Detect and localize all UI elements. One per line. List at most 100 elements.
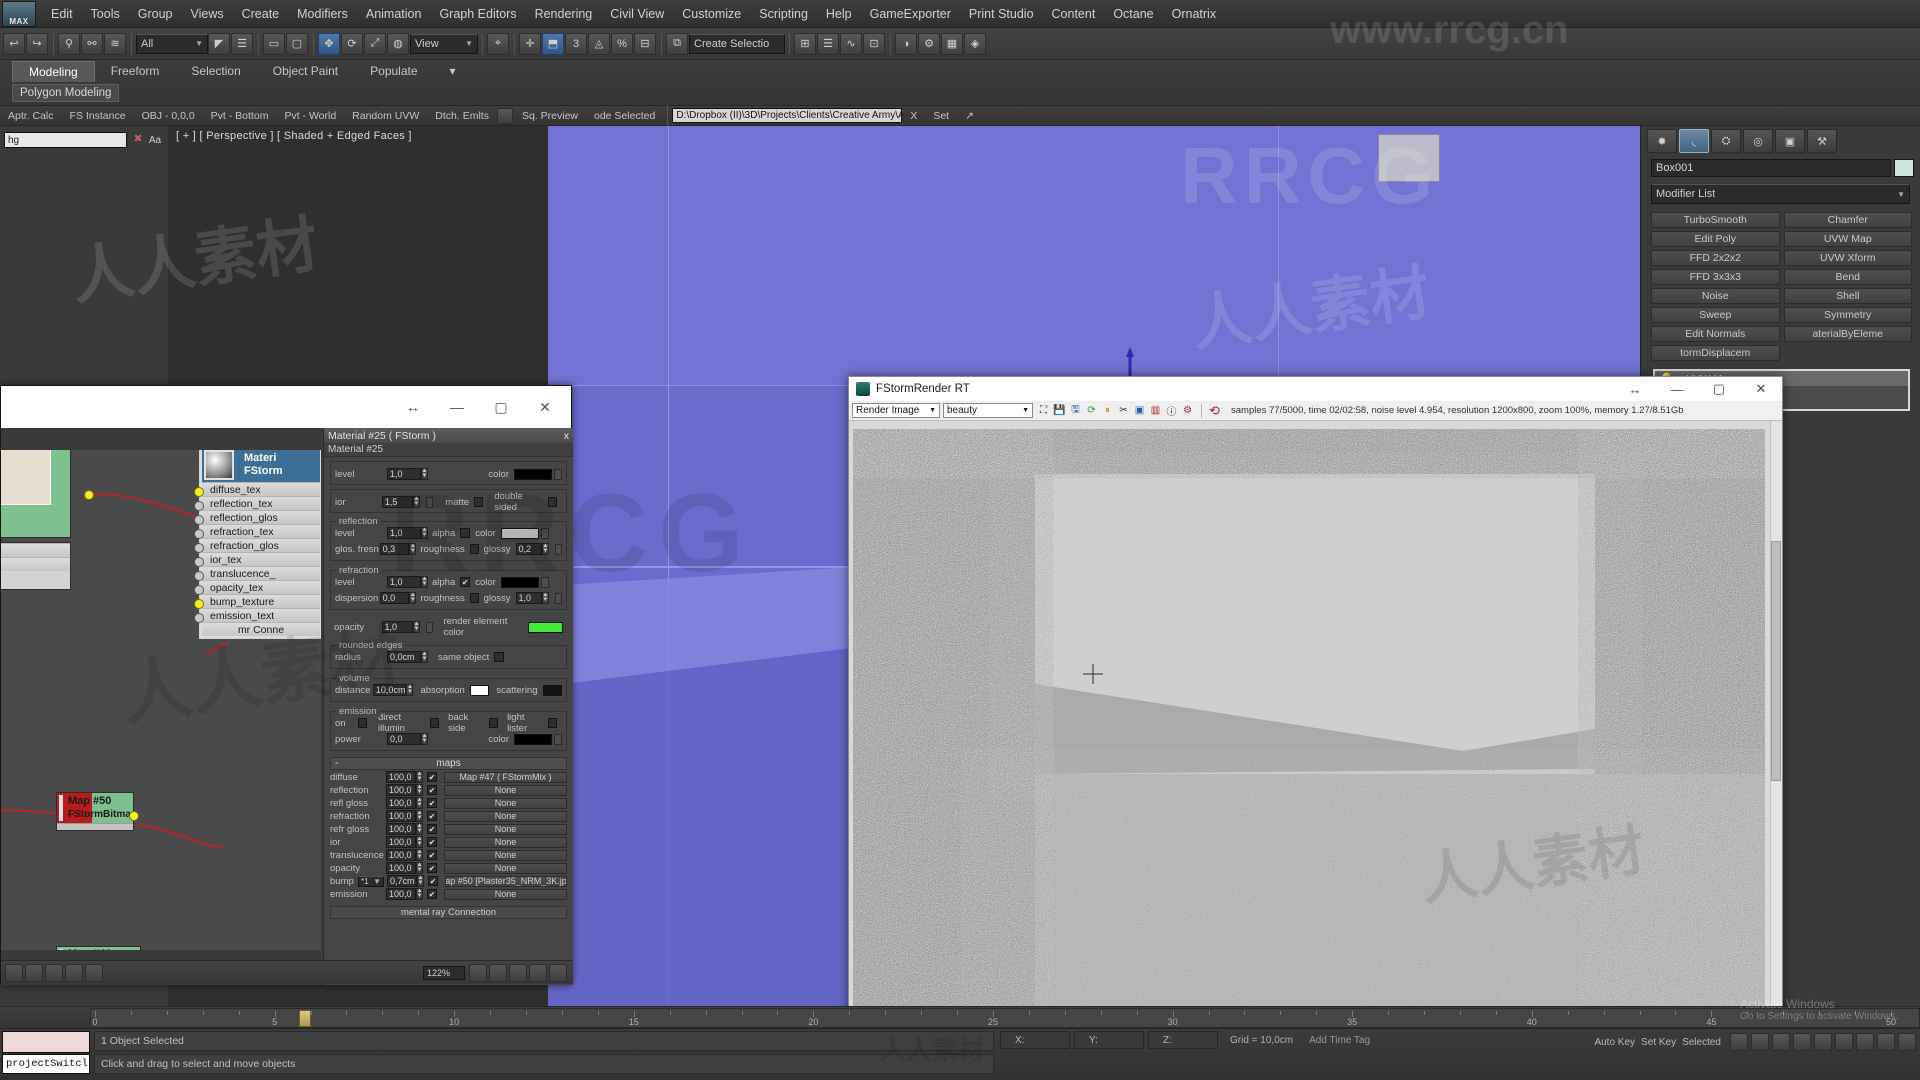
info-icon[interactable]: ⓘ — [1164, 403, 1179, 418]
modifier-button-edit-normals[interactable]: Edit Normals — [1651, 326, 1780, 342]
menu-create[interactable]: Create — [233, 3, 289, 25]
map-enable-checkbox[interactable]: ✔ — [427, 785, 437, 795]
double-sided-checkbox[interactable] — [547, 497, 557, 507]
emission-on-checkbox[interactable] — [357, 718, 367, 728]
script-btn-aptr-calc[interactable]: Aptr. Calc — [0, 110, 62, 122]
ribbon-tab-object-paint[interactable]: Object Paint — [257, 61, 354, 81]
node-slot-refraction-glos[interactable]: refraction_glos — [202, 538, 320, 552]
zoom-level-input[interactable]: 122% — [423, 965, 465, 980]
stop-icon[interactable]: ✂ — [1116, 403, 1131, 418]
dispersion-input[interactable]: 0,0 — [379, 592, 410, 604]
layout-icon[interactable] — [549, 963, 567, 982]
add-time-tag[interactable]: Add Time Tag — [1309, 1035, 1370, 1046]
minimize-button[interactable]: — — [435, 392, 479, 422]
node-slot-ior-tex[interactable]: ior_tex — [202, 552, 320, 566]
level-input[interactable]: 1,0 — [387, 468, 421, 480]
ribbon-tab-selection[interactable]: Selection — [175, 61, 256, 81]
node-slot-refraction-tex[interactable]: refraction_tex — [202, 524, 320, 538]
matte-checkbox[interactable] — [474, 497, 484, 507]
spinner-arrows[interactable]: ▲ ▼ — [416, 823, 423, 835]
select-and-move-icon[interactable]: ✥ — [318, 32, 340, 55]
snaps-toggle-icon[interactable]: ⬒ — [542, 32, 564, 55]
spinner-arrows[interactable]: ▲ ▼ — [421, 651, 428, 663]
refraction-color-swatch[interactable] — [500, 576, 539, 588]
hierarchy-tab[interactable]: ⛭ — [1711, 129, 1741, 153]
mental-ray-connection-rollout[interactable]: mental ray Connection — [330, 906, 567, 919]
close-icon[interactable]: x — [564, 430, 569, 442]
menu-print-studio[interactable]: Print Studio — [960, 3, 1043, 25]
swatch-map-button[interactable] — [540, 576, 549, 588]
scattering-color-swatch[interactable] — [542, 684, 562, 696]
node-slot-reflection-glos[interactable]: reflection_glos — [202, 510, 320, 524]
path-set-button[interactable]: Set — [925, 110, 957, 122]
select-by-name-icon[interactable]: ☰ — [231, 32, 253, 55]
menu-graph-editors[interactable]: Graph Editors — [430, 3, 525, 25]
script-btn-dtch-emlts[interactable]: Dtch. Emlts — [427, 110, 497, 122]
timeline[interactable]: 0 5 10 15 20 25 30 35 40 45 50 — [90, 1007, 1920, 1028]
zoom-region-icon[interactable] — [469, 963, 487, 982]
input-socket-refraction_tex[interactable] — [194, 529, 204, 539]
maxscript-mini-listener-input[interactable]: projectSwitcl — [2, 1054, 90, 1074]
input-socket-ior_tex[interactable] — [194, 557, 204, 567]
map-slot-button[interactable]: Map #47 ( FStormMix ) — [444, 771, 567, 783]
swatch-map-button[interactable] — [425, 621, 434, 633]
go-to-end-icon[interactable] — [1814, 1033, 1832, 1051]
menu-edit[interactable]: Edit — [42, 3, 82, 25]
go-to-start-icon[interactable] — [1730, 1033, 1748, 1051]
window-crossing-icon[interactable]: ▢ — [286, 32, 308, 55]
coordinate-system-select[interactable]: View ▼ — [410, 33, 478, 54]
refraction-alpha-checkbox[interactable]: ✔ — [460, 577, 471, 587]
input-socket-reflection_tex[interactable] — [194, 501, 204, 511]
input-socket-bump_texture[interactable] — [194, 599, 204, 609]
spinner-arrows[interactable]: ▲ ▼ — [412, 621, 420, 633]
map-enable-checkbox[interactable]: ✔ — [427, 811, 437, 821]
zoom-extents-icon[interactable] — [509, 963, 527, 982]
modifier-button-chamfer[interactable]: Chamfer — [1783, 212, 1912, 228]
channels-icon[interactable]: ▥ — [1148, 403, 1163, 418]
orbit-icon[interactable] — [1856, 1033, 1874, 1051]
swatch-map-button[interactable] — [554, 592, 563, 604]
modifier-list-select[interactable]: Modifier List ▼ — [1651, 184, 1910, 204]
volume-distance-input[interactable]: 10,0cm — [372, 684, 407, 696]
percent-snap-icon[interactable]: ◬ — [588, 32, 610, 55]
map-amount-input[interactable]: 100,0 — [386, 784, 416, 796]
menu-group[interactable]: Group — [129, 3, 182, 25]
script-btn-pvt-bottom[interactable]: Pvt - Bottom — [203, 110, 277, 122]
map-enable-checkbox[interactable]: ✔ — [427, 772, 437, 782]
spinner-arrows[interactable]: ▲ ▼ — [412, 496, 420, 508]
slate-material-editor-window[interactable]: ↔ — ▢ ✕ View1 ▼ — [0, 385, 573, 985]
map-amount-input[interactable]: 0,7cm — [387, 875, 417, 887]
set-key-button[interactable]: Set Key — [1641, 1037, 1676, 1048]
bind-spacewarp-icon[interactable]: ≋ — [104, 32, 126, 55]
reflection-level-input[interactable]: 1,0 — [387, 527, 421, 539]
scrollbar-thumb[interactable] — [1771, 541, 1781, 781]
input-socket-translucence_[interactable] — [194, 571, 204, 581]
map-enable-checkbox[interactable]: ✔ — [427, 837, 437, 847]
select-object-icon[interactable]: ◤ — [208, 32, 230, 55]
node-slot-translucence-[interactable]: translucence_ — [202, 566, 320, 580]
menu-modifiers[interactable]: Modifiers — [288, 3, 357, 25]
maximize-viewport-icon[interactable] — [1898, 1033, 1916, 1051]
map-amount-input[interactable]: 100,0 — [386, 888, 416, 900]
script-btn-fs-instance[interactable]: FS Instance — [62, 110, 134, 122]
save-all-icon[interactable]: 🖫 — [1068, 403, 1083, 418]
map-slot-button[interactable]: None — [444, 862, 567, 874]
light-lister-checkbox[interactable] — [547, 718, 557, 728]
close-button[interactable]: ✕ — [523, 392, 567, 422]
viewport-label[interactable]: [ + ] [ Perspective ] [ Shaded + Edged F… — [176, 130, 412, 142]
pan-view-icon[interactable] — [1835, 1033, 1853, 1051]
map-enable-checkbox[interactable]: ✔ — [427, 824, 437, 834]
map-enable-checkbox[interactable]: ✔ — [427, 850, 437, 860]
menu-octane[interactable]: Octane — [1104, 3, 1162, 25]
select-link-icon[interactable]: ⚲ — [58, 32, 80, 55]
node-slot-opacity-tex[interactable]: opacity_tex — [202, 580, 320, 594]
render-setup-icon[interactable]: ⚙ — [918, 32, 940, 55]
render-canvas[interactable] — [853, 429, 1765, 1029]
layers-icon[interactable] — [25, 963, 43, 982]
diffuse-color-swatch[interactable] — [514, 468, 552, 480]
select-and-rotate-icon[interactable]: ⟳ — [341, 32, 363, 55]
reflection-color-swatch[interactable] — [500, 527, 539, 539]
refraction-level-input[interactable]: 1,0 — [387, 576, 421, 588]
menu-ornatrix[interactable]: Ornatrix — [1163, 3, 1225, 25]
modifier-button-ffd-3x3x3[interactable]: FFD 3x3x3 — [1651, 269, 1780, 285]
